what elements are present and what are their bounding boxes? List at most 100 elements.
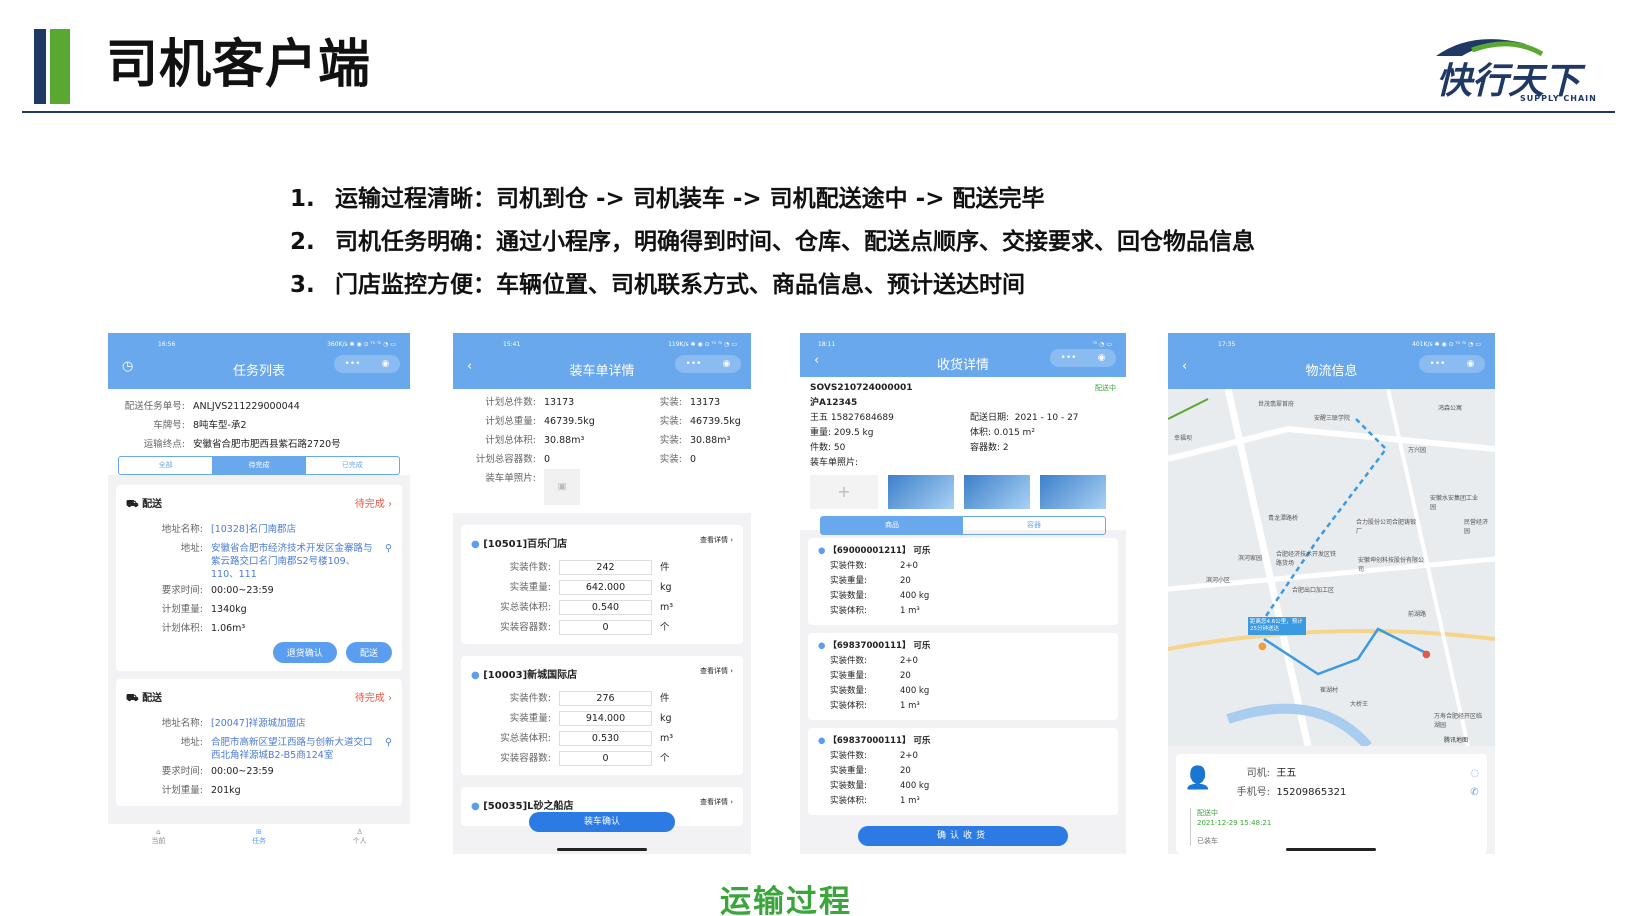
item-label: 实装数量: — [830, 686, 867, 696]
map-label: 青龙潭路桥 — [1268, 515, 1299, 522]
miniprogram-capsule[interactable]: ••• ◉ — [334, 355, 400, 373]
confirm-receipt-button[interactable]: 确认收货 — [858, 826, 1068, 846]
phone-value: 15209865321 — [1276, 787, 1347, 798]
order-number: SOVS210724000001 — [810, 383, 913, 393]
unit-label: 个 — [660, 753, 670, 764]
card-actions: 退货确认 配送 — [126, 638, 392, 665]
count-input[interactable]: 242 — [559, 560, 652, 575]
container-key: 容器数: — [970, 443, 1001, 453]
home-icon: ⌂ — [156, 828, 161, 836]
task-info: 配送任务单号: ANLJVS211229000044 车牌号: 8吨车型-承2 运输… — [108, 389, 410, 475]
item-value: 20 — [900, 576, 911, 586]
point-number: 3. — [290, 272, 315, 298]
tab-goods[interactable]: 商品 — [821, 517, 963, 534]
close-circle-icon[interactable]: ◉ — [1098, 353, 1106, 363]
store-header: ● [10003]新城国际店 查看详情 › — [471, 662, 733, 689]
view-detail-link[interactable]: 查看详情 › — [700, 666, 733, 681]
delivery-card[interactable]: ⛟ 配送 待完成 › 地址名称: [20047]祥源城加盟店 地址: 合肥市高新区望江… — [116, 679, 402, 806]
more-icon[interactable]: ••• — [1061, 353, 1077, 363]
phone-loading-detail: 15:41 119K/s ✱ ◉ ⊙ ᵀᴵˡ ᵀᴵˡ ◔ ▭ ‹ 装车单详情 ••… — [453, 333, 751, 854]
volume-input[interactable]: 0.540 — [559, 600, 652, 615]
item-field: 实装体积: 1 m³ — [818, 604, 1108, 619]
row-value[interactable]: [20047]祥源城加盟店 — [211, 714, 306, 733]
count-input[interactable]: 276 — [559, 691, 652, 706]
map-label: 崔湖村 — [1320, 687, 1339, 694]
deliver-button[interactable]: 配送 — [345, 642, 392, 663]
item-field: 实装重量: 20 — [818, 669, 1108, 684]
chat-icon[interactable]: ◌ — [1470, 764, 1479, 783]
card-type-label: 配送 — [142, 693, 163, 704]
tab-pending[interactable]: 待完成 — [212, 457, 306, 474]
feature-point: 2. 司机任务明确：通过小程序，明确得到时间、仓库、配送点顺序、交接要求、回仓物品… — [290, 226, 1255, 269]
route-map[interactable]: 世茂翡翠首府 安醒三联学院 鸿森公寓 幸福坝 万兴园 青龙潭路桥 合力股份公司合… — [1168, 389, 1495, 746]
field-label: 实装件数: — [509, 693, 551, 704]
map-label: 鸿森公寓 — [1438, 405, 1463, 412]
point-number: 2. — [290, 229, 315, 255]
tab-done[interactable]: 已完成 — [306, 457, 399, 474]
field-row: 实装重量: 642.000 kg — [471, 578, 733, 598]
map-label: 安徽坤创科技股份有限公司 — [1358, 557, 1425, 573]
add-photo-icon[interactable]: + — [810, 475, 878, 509]
item-label: 实装体积: — [830, 606, 867, 616]
tab-containers[interactable]: 容器 — [963, 517, 1105, 534]
row-value[interactable]: [10328]名门南郡店 — [211, 520, 296, 539]
miniprogram-capsule[interactable]: ••• ◉ — [675, 355, 741, 373]
item-label: 实装数量: — [830, 781, 867, 791]
field-row: 实总装体积: 0.540 m³ — [471, 598, 733, 618]
row-key: 地址: — [180, 543, 203, 554]
photo-row: 装车单照片: ▣ — [459, 469, 745, 505]
tab-current[interactable]: ⌂ 当前 — [151, 828, 165, 854]
summary-key: 计划总容器数: — [475, 454, 536, 465]
weight-input[interactable]: 642.000 — [559, 580, 652, 595]
location-icon[interactable]: ⚲ — [385, 733, 392, 762]
close-circle-icon[interactable]: ◉ — [382, 359, 390, 369]
map-label: 前湖路 — [1408, 611, 1427, 618]
camera-icon[interactable]: ▣ — [544, 469, 580, 505]
more-icon[interactable]: ••• — [686, 359, 702, 369]
return-confirm-button[interactable]: 退货确认 — [272, 642, 337, 663]
map-label: 安徽水安集团工业园 — [1430, 495, 1479, 511]
tab-profile[interactable]: ♙ 个人 — [353, 828, 367, 854]
phone-icon[interactable]: ✆ — [1470, 783, 1479, 802]
miniprogram-capsule[interactable]: ••• ◉ — [1050, 349, 1116, 367]
close-circle-icon[interactable]: ◉ — [723, 359, 731, 369]
map-attribution: 腾讯地图 — [1444, 737, 1469, 744]
miniprogram-capsule[interactable]: ••• ◉ — [1419, 355, 1485, 373]
more-icon[interactable]: ••• — [1430, 359, 1446, 369]
tab-tasks[interactable]: ⊞ 任务 — [252, 828, 266, 854]
view-detail-link[interactable]: 查看详情 › — [700, 535, 733, 550]
map-label: 万寿合肥经开区临湖园 — [1434, 713, 1483, 729]
info-key: 配送任务单号: — [124, 401, 185, 412]
item-title-row: ● 【69000001211】 可乐 — [818, 544, 1108, 559]
delivery-card[interactable]: ⛟ 配送 待完成 › 地址名称: [10328]名门南郡店 地址: 安徽省合肥市经济技… — [116, 485, 402, 671]
row-value[interactable]: 安徽省合肥市经济技术开发区金寨路与紫云路交口名门南郡S2号楼109、110、11… — [211, 539, 379, 581]
status-time: 17:35 — [1218, 341, 1236, 348]
photo-thumbnail[interactable] — [888, 475, 954, 509]
photo-thumbnail[interactable] — [964, 475, 1030, 509]
item-label: 实装重量: — [830, 671, 867, 681]
view-detail-link[interactable]: 查看详情 › — [700, 797, 733, 812]
item-label: 实装件数: — [830, 656, 867, 666]
close-circle-icon[interactable]: ◉ — [1467, 359, 1475, 369]
confirm-loading-button[interactable]: 装车确认 — [529, 812, 675, 832]
item-card: ● 【69837000111】 可乐 实装件数: 2+0 实装重量: 20 实装数量… — [808, 633, 1118, 720]
field-row: 实装重量: 914.000 kg — [471, 709, 733, 729]
more-icon[interactable]: ••• — [345, 359, 361, 369]
photo-thumbnail[interactable] — [1040, 475, 1106, 509]
field-row: 实装容器数: 0 个 — [471, 618, 733, 638]
timeline-time: 2021-12-29 15:48:21 — [1197, 819, 1272, 827]
field-label: 实装重量: — [509, 582, 551, 593]
tab-all[interactable]: 全部 — [119, 457, 212, 474]
container-input[interactable]: 0 — [559, 751, 652, 766]
avatar-icon: 👤 — [1184, 766, 1212, 791]
card-row: 计划重量: 201kg — [126, 781, 392, 800]
map-label: 滨河家园 — [1238, 555, 1263, 562]
weight-input[interactable]: 914.000 — [559, 711, 652, 726]
volume-input[interactable]: 0.530 — [559, 731, 652, 746]
item-label: 实装数量: — [830, 591, 867, 601]
destination-pin-icon: ● — [1422, 649, 1431, 660]
row-value[interactable]: 合肥市高新区望江西路与创新大道交口西北角祥源城B2-B5商124室 — [211, 733, 379, 762]
location-icon[interactable]: ⚲ — [385, 539, 392, 581]
container-input[interactable]: 0 — [559, 620, 652, 635]
bullet-icon: ● — [818, 736, 829, 746]
